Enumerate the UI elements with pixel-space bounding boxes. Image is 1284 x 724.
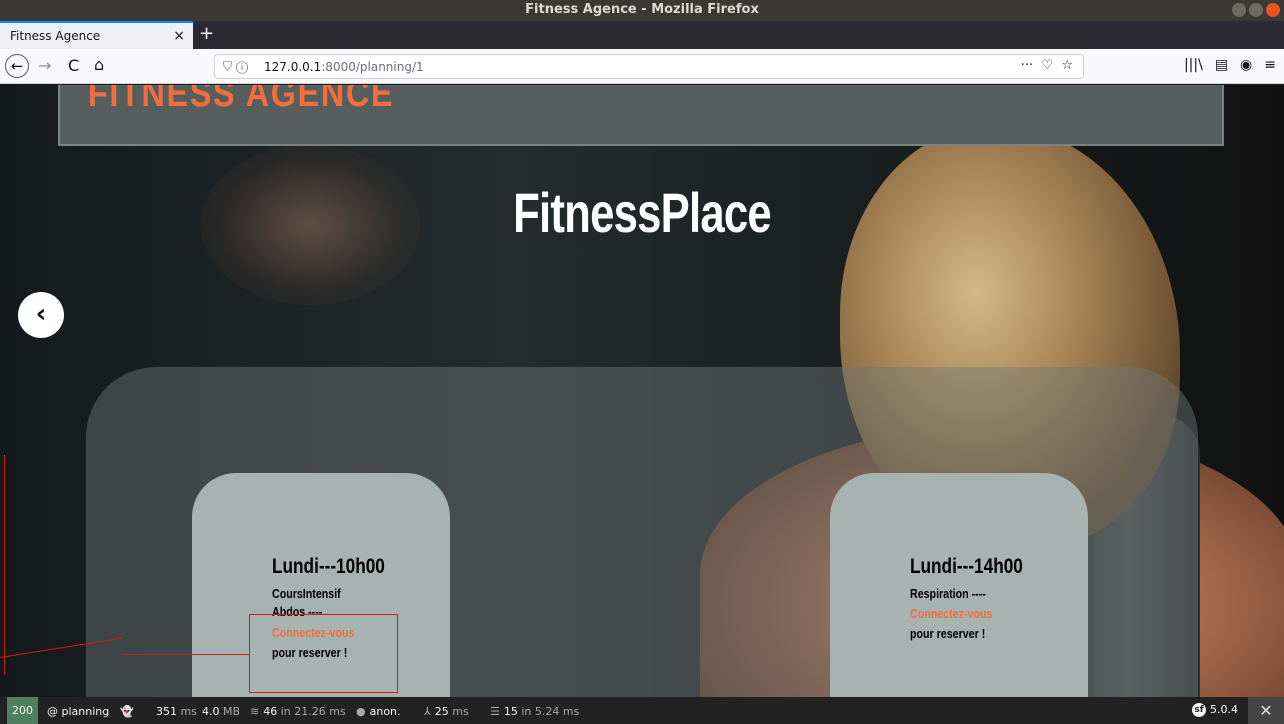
twig-stats[interactable]: ⅄ 25 ms [424,705,469,718]
window-titlebar: Fitness Agence - Mozilla Firefox [0,0,1284,21]
request-time-value: 351 [156,705,177,718]
close-window-button[interactable] [1266,3,1280,17]
db-query-count: 15 [503,705,518,718]
memory-unit: MB [223,705,241,718]
user-name: anon. [369,705,401,718]
twig-unit: ms [452,705,469,718]
window-title: Fitness Agence - Mozilla Firefox [525,2,759,17]
browser-tab[interactable]: Fitness Agence × [0,21,193,49]
page-viewport: FITNESS AGENCE FitnessPlace ‹ Lundi---10… [0,85,1284,697]
account-icon[interactable]: ◉ [1240,57,1252,73]
symfony-debug-toolbar: 200 @ planning 👻 351 ms 4.0 MB ≋ 46 in 21… [0,697,1284,724]
symfony-logo-icon: sf [1192,703,1206,717]
cache-stats[interactable]: ≋ 46 in 21.26 ms [250,705,346,718]
page-actions-icon[interactable]: ··· [1021,58,1033,73]
maximize-button[interactable] [1249,3,1263,17]
version-value: 5.0.4 [1210,703,1238,716]
security-user[interactable]: ● anon. [356,705,401,718]
debug-outline-line [4,455,5,675]
navigation-bar: ← → C ⌂ ⛉ ⓘ 127.0.0.1:8000/planning/1 ··… [0,49,1284,84]
twig-icon: ⅄ [424,705,431,718]
back-arrow-icon[interactable]: ← [5,54,29,78]
status-code-badge[interactable]: 200 [7,697,38,724]
tab-title: Fitness Agence [10,29,101,43]
library-icon[interactable]: |||\ [1184,57,1203,73]
minimize-button[interactable] [1232,3,1246,17]
session-day-time: Lundi---14h00 [910,555,1023,578]
tab-strip: Fitness Agence × + [0,21,1284,49]
session-card: Lundi---14h00 Respiration ---- Connectez… [830,473,1088,697]
carousel-prev-button[interactable]: ‹ [18,292,64,338]
user-icon: ● [356,705,366,718]
route-name[interactable]: @ planning [47,705,109,718]
shield-info-icon[interactable]: ⛉ ⓘ [223,59,248,74]
pocket-icon[interactable]: ♡ [1041,58,1053,73]
new-tab-icon[interactable]: + [199,23,214,44]
url-text[interactable]: 127.0.0.1:8000/planning/1 [264,60,424,74]
session-day-time: Lundi---10h00 [272,555,385,578]
debug-highlight-box [249,614,398,693]
menu-icon[interactable]: ≡ [1264,57,1276,73]
database-stats[interactable]: ☰ 15 in 5.24 ms [490,705,579,718]
layers-icon: ≋ [250,705,260,718]
url-actions: ··· ♡ ☆ [1021,58,1073,73]
browser-toolbar-right: |||\ ▤ ◉ ≡ [1184,57,1276,73]
db-query-time: in 5.24 ms [521,705,580,718]
session-course: CoursIntensif [272,586,341,601]
debug-outline-line [122,654,249,655]
hero-title: FitnessPlace [513,181,771,244]
window-controls [1232,3,1280,17]
cache-count: 46 [263,705,278,718]
request-time-unit: ms [180,705,197,718]
cache-time: in 21.26 ms [280,705,346,718]
ghost-icon[interactable]: 👻 [120,705,134,718]
twig-time: 25 [434,705,449,718]
memory-usage[interactable]: 4.0 MB [202,705,240,718]
symfony-version[interactable]: sf 5.0.4 [1192,703,1238,717]
reserve-text: pour reserver ! [910,626,986,641]
sidebar-icon[interactable]: ▤ [1215,57,1228,73]
tab-close-icon[interactable]: × [173,28,185,44]
url-host: 127.0.0.1 [264,60,322,74]
login-link[interactable]: Connectez-vous [910,606,992,621]
session-detail: Respiration ---- [910,586,986,601]
url-bar[interactable]: ⛉ ⓘ 127.0.0.1:8000/planning/1 ··· ♡ ☆ [214,54,1084,79]
home-icon[interactable]: ⌂ [94,55,104,74]
forward-arrow-icon[interactable]: → [38,56,51,75]
bookmark-star-icon[interactable]: ☆ [1061,58,1073,73]
url-path: :8000/planning/1 [321,60,424,74]
site-logo[interactable]: FITNESS AGENCE [88,85,394,107]
reload-icon[interactable]: C [68,56,79,75]
database-icon: ☰ [490,705,500,718]
request-time[interactable]: 351 ms [156,705,197,718]
toolbar-close-icon[interactable]: ✕ [1248,697,1284,724]
memory-value: 4.0 [202,705,220,718]
